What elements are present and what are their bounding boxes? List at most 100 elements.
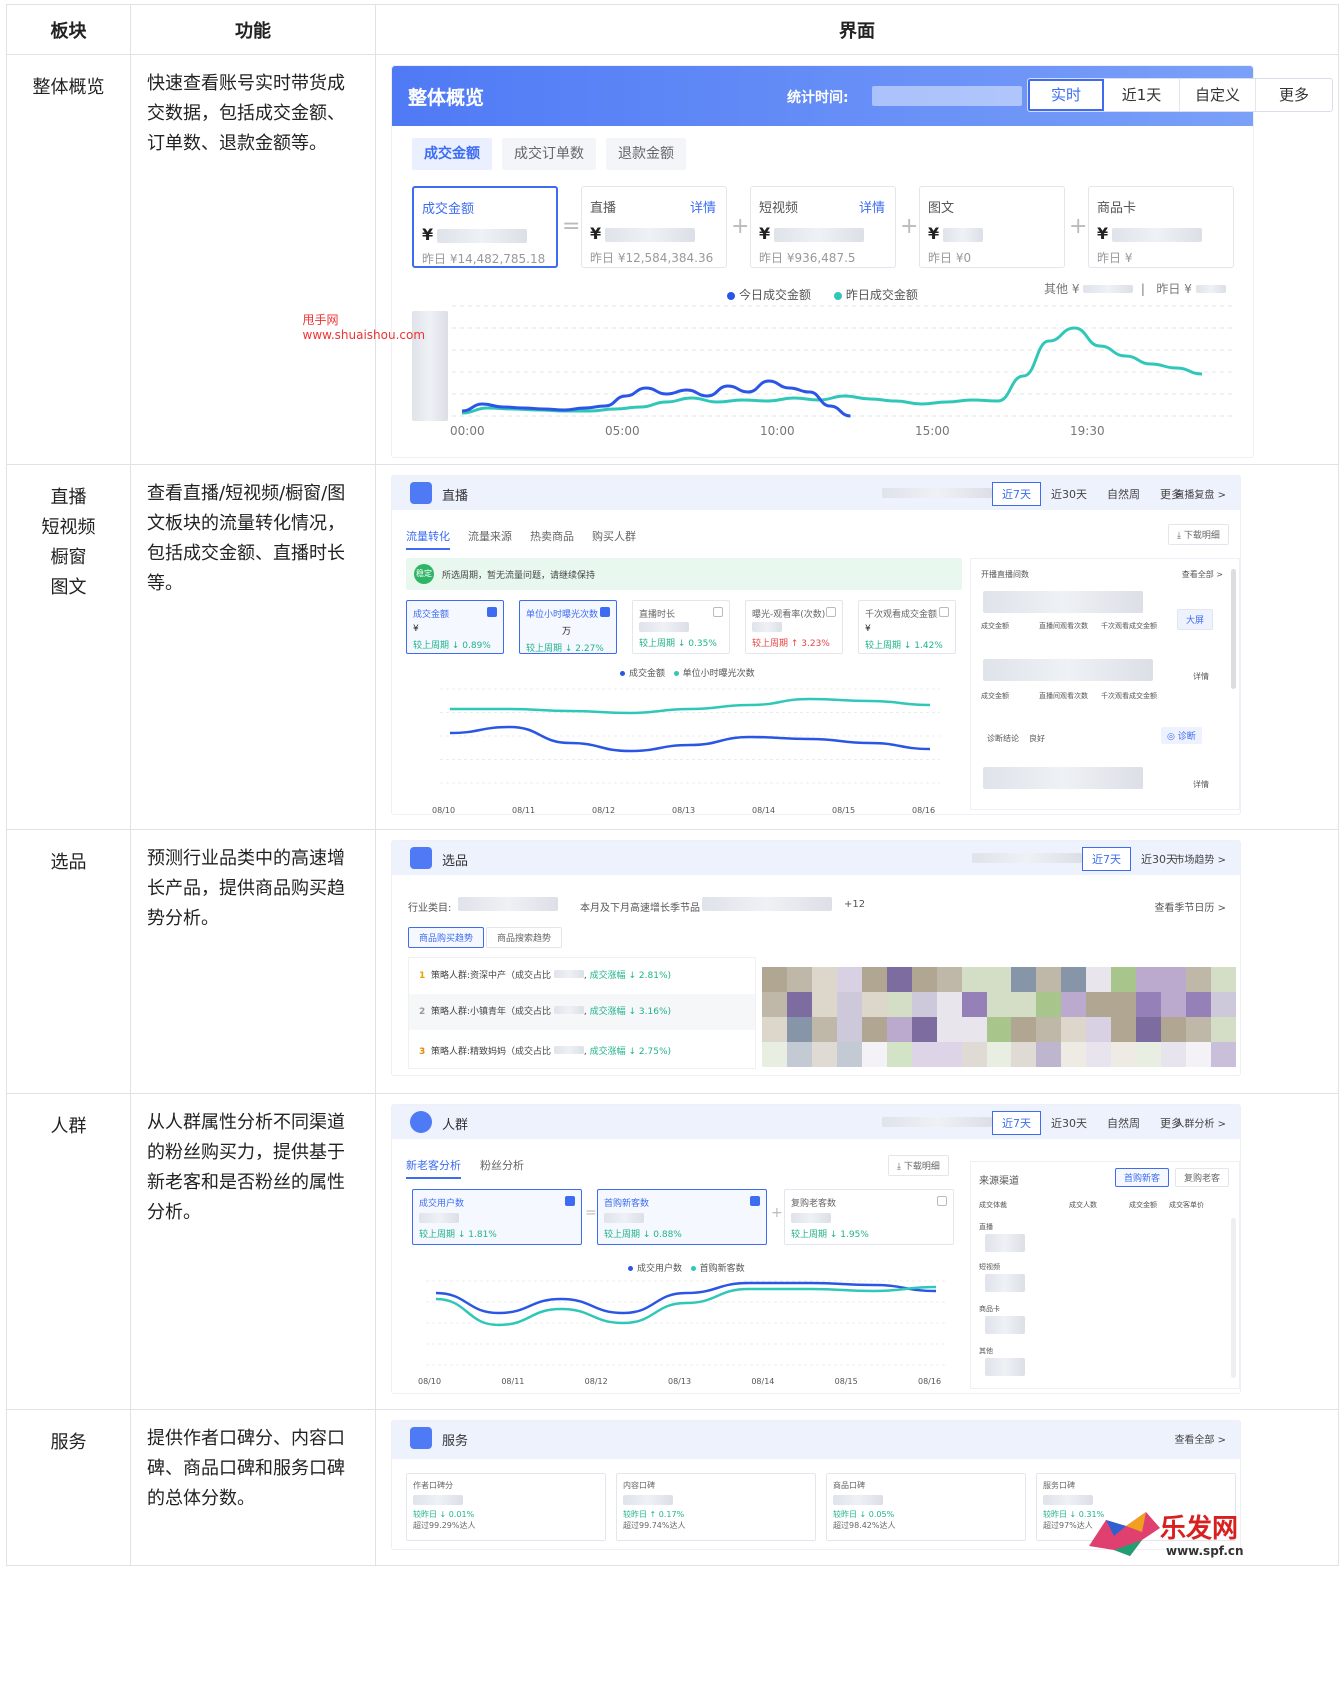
live-side-scrollbar[interactable]: [1231, 569, 1236, 689]
header-block: 板块: [6, 4, 131, 55]
date-tick: 08/11: [501, 1377, 525, 1386]
seg-realtime[interactable]: 实时: [1028, 79, 1104, 111]
live-notice: 所选周期，暂无流量问题，请继续保持: [442, 571, 596, 581]
service-card[interactable]: 内容口碑 较昨日 ↑ 0.17% 超过99.74%达人: [616, 1473, 816, 1541]
live-seg-7d[interactable]: 近7天: [992, 482, 1041, 506]
live-tv-icon: [410, 482, 432, 504]
side-tab-repeat[interactable]: 复购老客: [1175, 1168, 1230, 1187]
card-video[interactable]: 短视频 详情 ¥ 昨日 ¥936,487.5: [750, 186, 896, 268]
seg-more[interactable]: 更多: [1256, 79, 1332, 111]
header-function: 功能: [130, 4, 376, 55]
desc-live: 查看直播/短视频/橱窗/图文板块的流量转化情况，包括成交金额、直播时长等。: [130, 464, 376, 830]
service-card[interactable]: 作者口碑分 较昨日 ↓ 0.01% 超过99.29%达人: [406, 1473, 606, 1541]
big-screen-button[interactable]: 大屏: [1177, 609, 1214, 630]
watermark-shuaishou: 甩手网 www.shuaishou.com: [302, 312, 426, 342]
desc-overview: 快速查看账号实时带货成交数据，包括成交金额、订单数、退款金额等。: [130, 54, 376, 465]
pick-tab-search[interactable]: 商品搜索趋势: [486, 927, 563, 948]
crowd-metric-buyers[interactable]: 成交用户数 较上周期 ↓ 1.81%: [412, 1189, 582, 1245]
desc-crowd: 从人群属性分析不同渠道的粉丝购买力，提供基于新老客和是否粉丝的属性分析。: [130, 1093, 376, 1410]
crowd-panel: 人群 近7天 近30天 自然周 更多 人群分析 > 新老客分析 粉丝分析 ⤓ 下…: [391, 1104, 1241, 1394]
pick-seg-7d[interactable]: 近7天: [1082, 847, 1131, 871]
live-metric-duration[interactable]: 直播时长 较上周期 ↓ 0.35%: [632, 600, 730, 654]
service-all-link[interactable]: 查看全部 >: [1174, 1431, 1226, 1446]
x-tick: 00:00: [450, 424, 485, 438]
trend-line-0: [450, 697, 931, 715]
tab-orders[interactable]: 成交订单数: [502, 138, 596, 170]
date-tick: 08/14: [751, 1377, 775, 1386]
x-tick: 15:00: [915, 424, 950, 438]
date-tick: 08/13: [668, 1377, 692, 1386]
logo-url: www.spf.cn: [1166, 1544, 1244, 1558]
x-tick: 19:30: [1070, 424, 1105, 438]
date-tick: 08/16: [912, 806, 936, 815]
crowd-analysis-link[interactable]: 人群分析 >: [1174, 1115, 1226, 1130]
x-tick: 10:00: [760, 424, 795, 438]
product-images-blurred: [762, 967, 1236, 1067]
live-tab-conv[interactable]: 流量转化: [406, 528, 450, 550]
live-download-button[interactable]: ⤓ 下载明细: [1168, 524, 1229, 545]
live-detail-1[interactable]: 详情: [1193, 671, 1209, 682]
crowd-seg-30d[interactable]: 近30天: [1041, 1111, 1097, 1135]
diagnose-button[interactable]: ◎ 诊断: [1161, 727, 1202, 744]
stat-time-value: [872, 86, 1022, 106]
crowd-metric-repeat[interactable]: 复购老客数 较上周期 ↓ 1.95%: [784, 1189, 954, 1245]
season-calendar-link[interactable]: 查看季节日历 >: [1154, 899, 1226, 914]
overview-tabs: 成交金额 成交订单数 退款金额: [412, 138, 686, 170]
service-card[interactable]: 商品口碑 较昨日 ↓ 0.05% 超过98.42%达人: [826, 1473, 1026, 1541]
live-header: 直播 近7天 近30天 自然周 更多 直播复盘 >: [392, 476, 1240, 510]
live-chart: [440, 688, 940, 784]
block-service: 服务: [6, 1409, 131, 1566]
live-tab-hot[interactable]: 热卖商品: [530, 528, 574, 544]
crowd-seg-week[interactable]: 自然周: [1097, 1111, 1150, 1135]
overview-header: 整体概览 统计时间: 实时 近1天 自定义 更多: [392, 66, 1333, 126]
block-overview: 整体概览: [6, 54, 131, 465]
crowd-seg-7d[interactable]: 近7天: [992, 1111, 1041, 1135]
trend-line-0: [435, 1281, 937, 1315]
crowd-metric-new[interactable]: 首购新客数 较上周期 ↓ 0.88%: [597, 1189, 767, 1245]
watermark-logo: 乐发网 www.spf.cn: [1084, 1506, 1340, 1562]
overview-panel: 整体概览 统计时间: 实时 近1天 自定义 更多 成交金额 成交订单数 退款金额: [391, 65, 1333, 458]
live-tab-source[interactable]: 流量来源: [468, 528, 512, 544]
market-trend-link[interactable]: 市场趋势 >: [1174, 851, 1226, 866]
date-tick: 08/13: [672, 806, 696, 815]
block-crowd: 人群: [6, 1093, 131, 1410]
live-panel: 直播 近7天 近30天 自然周 更多 直播复盘 > 流量转化 流量来源 热卖商品…: [391, 475, 1241, 815]
card-video-detail[interactable]: 详情: [859, 197, 885, 216]
card-live-detail[interactable]: 详情: [690, 197, 716, 216]
live-seg-week[interactable]: 自然周: [1097, 482, 1150, 506]
live-side-all[interactable]: 查看全部 >: [1182, 569, 1223, 580]
live-detail-2[interactable]: 详情: [1193, 779, 1209, 790]
date-tick: 08/14: [752, 806, 776, 815]
crowd-download-button[interactable]: ⤓ 下载明细: [888, 1155, 949, 1176]
card-product[interactable]: 商品卡 ¥ 昨日 ¥: [1088, 186, 1234, 268]
tab-gmv[interactable]: 成交金额: [412, 138, 492, 170]
other-prev: 昨日 ¥: [1156, 282, 1192, 296]
live-metric-view-rate[interactable]: 曝光-观看率(次数) 较上周期 ↑ 3.23%: [745, 600, 843, 654]
pick-tab-buy[interactable]: 商品购买趋势: [408, 927, 485, 948]
service-header: 服务 查看全部 >: [392, 1421, 1240, 1459]
seg-1day[interactable]: 近1天: [1104, 79, 1180, 111]
card-image-text[interactable]: 图文 ¥ 昨日 ¥0: [919, 186, 1065, 268]
live-tab-crowd[interactable]: 购买人群: [592, 528, 636, 544]
live-seg-30d[interactable]: 近30天: [1041, 482, 1097, 506]
desc-service: 提供作者口碑分、内容口碑、商品口碑和服务口碑的总体分数。: [130, 1409, 376, 1566]
live-metric-gmv[interactable]: 成交金额 ¥ 较上周期 ↓ 0.89%: [406, 600, 504, 654]
time-segment: 实时 近1天 自定义 更多: [1027, 78, 1333, 112]
crowd-tab-fans[interactable]: 粉丝分析: [480, 1157, 524, 1173]
side-tab-new[interactable]: 首购新客: [1115, 1168, 1170, 1187]
bull-logo-icon: [1089, 1512, 1160, 1556]
crowd-side-scrollbar[interactable]: [1231, 1218, 1236, 1378]
live-metric-gpm[interactable]: 千次观看成交金额 ¥ 较上周期 ↓ 1.42%: [858, 600, 956, 654]
seg-custom[interactable]: 自定义: [1180, 79, 1256, 111]
date-tick: 08/16: [918, 1377, 942, 1386]
live-metric-exposure[interactable]: 单位小时曝光次数 万较上周期 ↓ 2.27%: [519, 600, 617, 654]
tab-refund[interactable]: 退款金额: [606, 138, 686, 170]
pick-header: 选品 近7天 近30天 市场趋势 >: [392, 841, 1240, 875]
crowd-tab-new-old[interactable]: 新老客分析: [406, 1157, 461, 1179]
card-live[interactable]: 直播 详情 ¥ 昨日 ¥12,584,384.36: [581, 186, 727, 268]
live-review-link[interactable]: 直播复盘 >: [1174, 486, 1226, 501]
megaphone-icon: [410, 847, 432, 869]
card-gmv[interactable]: 成交金额 ¥ 昨日 ¥14,482,785.18: [412, 186, 558, 268]
date-tick: 08/15: [832, 806, 856, 815]
desc-pick: 预测行业品类中的高速增长产品，提供商品购买趋势分析。: [130, 829, 376, 1094]
